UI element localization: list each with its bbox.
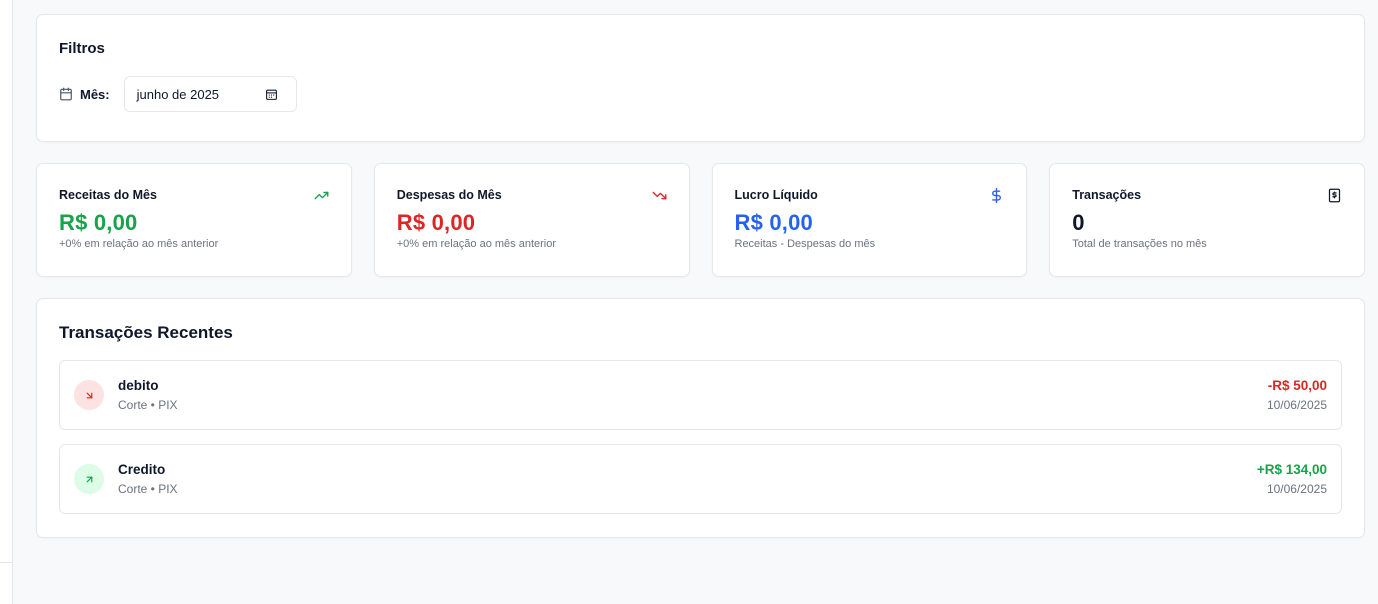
stat-title: Transações: [1072, 188, 1142, 202]
expense-badge: [74, 380, 104, 410]
transaction-amount-block: -R$ 50,00 10/06/2025: [1267, 378, 1327, 412]
filters-card: Filtros Mês: junho de 2025: [36, 14, 1365, 142]
transaction-meta: Corte • PIX: [118, 482, 178, 496]
stat-card-expenses: Despesas do Mês R$ 0,00 +0% em relação a…: [373, 163, 690, 277]
transaction-row[interactable]: Credito Corte • PIX +R$ 134,00 10/06/202…: [59, 444, 1342, 514]
recent-transactions-title: Transações Recentes: [59, 323, 233, 342]
transaction-meta: Corte • PIX: [118, 398, 178, 412]
transaction-amount: -R$ 50,00: [1267, 378, 1327, 393]
stat-subtext: +0% em relação ao mês anterior: [396, 238, 557, 250]
calendar-icon: [59, 87, 73, 101]
transaction-date: 10/06/2025: [1266, 482, 1327, 496]
sidebar-edge: [0, 0, 13, 604]
trending-down-icon: [652, 188, 667, 203]
transaction-row[interactable]: debito Corte • PIX -R$ 50,00 10/06/2025: [59, 360, 1342, 430]
recent-transactions-card: Transações Recentes debito Corte • PIX -…: [36, 298, 1365, 538]
transaction-name: Credito: [118, 462, 166, 477]
transaction-amount-block: +R$ 134,00 10/06/2025: [1257, 462, 1327, 496]
transaction-info: Credito Corte • PIX: [118, 462, 1257, 496]
transactions-list: debito Corte • PIX -R$ 50,00 10/06/2025 …: [59, 360, 1342, 514]
transaction-info: debito Corte • PIX: [118, 378, 1267, 412]
month-filter: Mês: junho de 2025: [59, 76, 1342, 112]
calendar-picker-icon[interactable]: [265, 88, 278, 101]
stat-value: R$ 0,00: [59, 210, 138, 235]
stat-card-transactions: Transações 0 Total de transações no mês: [1049, 163, 1365, 277]
transaction-amount: +R$ 134,00: [1256, 462, 1327, 477]
month-input-value: junho de 2025: [136, 86, 220, 102]
stat-title: Lucro Líquido: [734, 188, 818, 202]
stat-card-profit: Lucro Líquido R$ 0,00 Receitas - Despesa…: [711, 163, 1028, 277]
stat-subtext: Total de transações no mês: [1072, 238, 1207, 250]
stat-value: 0: [1072, 210, 1085, 235]
month-input[interactable]: junho de 2025: [123, 76, 297, 112]
transaction-name: debito: [118, 378, 159, 393]
income-badge: [74, 464, 104, 494]
arrow-down-right-icon: [84, 390, 95, 401]
stat-subtext: Receitas - Despesas do mês: [734, 238, 876, 250]
filters-title: Filtros: [59, 40, 105, 57]
stats-row: Receitas do Mês R$ 0,00 +0% em relação a…: [36, 163, 1365, 277]
stat-subtext: +0% em relação ao mês anterior: [59, 238, 219, 250]
stat-value: R$ 0,00: [734, 210, 813, 235]
arrow-up-right-icon: [84, 474, 95, 485]
stat-value: R$ 0,00: [396, 210, 476, 235]
trending-up-icon: [314, 188, 329, 203]
month-label: Mês:: [80, 86, 110, 102]
stat-title: Receitas do Mês: [59, 188, 157, 202]
receipt-icon: [1327, 188, 1342, 203]
dollar-icon: [989, 188, 1004, 203]
stat-title: Despesas do Mês: [396, 188, 502, 202]
sidebar-divider: [0, 562, 13, 563]
transaction-date: 10/06/2025: [1266, 398, 1327, 412]
stat-card-revenue: Receitas do Mês R$ 0,00 +0% em relação a…: [36, 163, 352, 277]
main-content: Filtros Mês: junho de 2025 Receitas do M…: [36, 14, 1365, 538]
